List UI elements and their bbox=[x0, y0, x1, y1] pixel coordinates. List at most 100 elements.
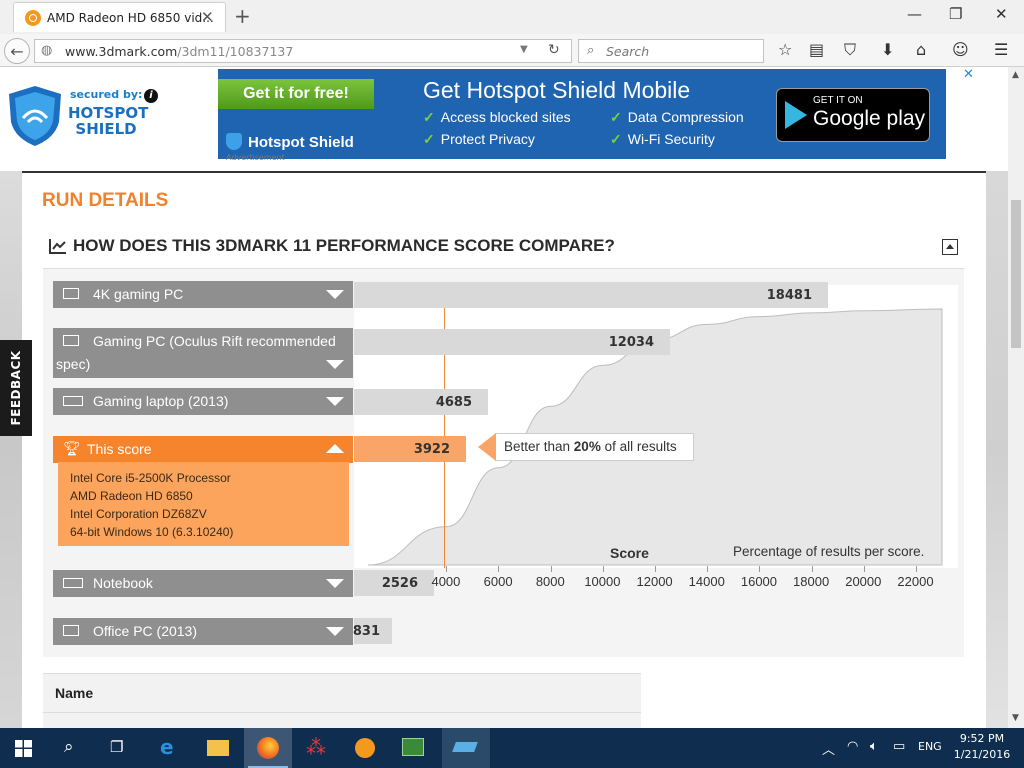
edge-icon[interactable]: e bbox=[160, 735, 174, 759]
x-tick-mark bbox=[863, 566, 865, 572]
window-close-icon[interactable]: ✕ bbox=[995, 5, 1008, 23]
menu-icon[interactable]: ☰ bbox=[994, 40, 1008, 59]
chevron-up-icon[interactable] bbox=[326, 444, 344, 453]
percentile-callout: Better than 20% of all results bbox=[478, 433, 694, 461]
action-center-icon[interactable]: ▭ bbox=[893, 739, 905, 754]
scroll-thumb[interactable] bbox=[1011, 200, 1021, 348]
close-tab-icon[interactable]: ✕ bbox=[201, 8, 214, 26]
app-icon[interactable]: ⁂ bbox=[306, 735, 326, 759]
info-icon[interactable]: i bbox=[144, 89, 158, 103]
chevron-down-icon[interactable] bbox=[326, 397, 344, 406]
search-icon: ⌕ bbox=[587, 43, 595, 58]
ad-close-icon[interactable]: ✕ bbox=[963, 68, 976, 81]
chevron-down-icon[interactable] bbox=[326, 290, 344, 299]
page-scrollbar[interactable]: ▲ ▼ bbox=[1008, 67, 1024, 728]
callout-percent: 20% bbox=[573, 439, 601, 454]
volume-icon[interactable]: 🔈︎ bbox=[870, 739, 878, 754]
background-left bbox=[0, 171, 22, 728]
row-gaming-laptop[interactable]: Gaming laptop (2013) bbox=[53, 388, 353, 415]
row-office-pc[interactable]: Office PC (2013) bbox=[53, 618, 353, 645]
run-details-heading: RUN DETAILS bbox=[42, 190, 169, 211]
x-tick-mark bbox=[498, 566, 500, 572]
clock-date: 1/21/2016 bbox=[953, 748, 1011, 761]
row-4k-gaming-pc[interactable]: 4K gaming PC bbox=[53, 281, 353, 308]
detail-motherboard: Intel Corporation DZ68ZV bbox=[70, 507, 207, 521]
detail-os: 64-bit Windows 10 (6.3.10240) bbox=[70, 525, 234, 539]
task-view-icon[interactable]: ❐ bbox=[110, 738, 123, 756]
file-explorer-icon[interactable] bbox=[207, 740, 229, 756]
feedback-tab[interactable]: FEEDBACK bbox=[0, 340, 32, 436]
bookmark-star-icon[interactable]: ☆ bbox=[778, 40, 792, 59]
smiley-icon[interactable]: ☺ bbox=[952, 40, 969, 59]
minimize-icon[interactable]: — bbox=[907, 5, 922, 23]
get-it-free-button[interactable]: Get it for free! bbox=[218, 79, 374, 109]
divider bbox=[43, 712, 641, 713]
section-title: HOW DOES THIS 3DMARK 11 PERFORMANCE SCOR… bbox=[73, 236, 615, 255]
x-tick-label: 4000 bbox=[431, 574, 461, 589]
row-this-score[interactable]: 🏆︎ This score bbox=[53, 436, 353, 463]
clock[interactable]: 9:52 PM 1/21/2016 bbox=[952, 731, 1012, 763]
detail-cpu: Intel Core i5-2500K Processor bbox=[70, 471, 231, 485]
secured-by-label: secured by: bbox=[70, 88, 143, 101]
row-label: Gaming PC (Oculus Rift recommended bbox=[93, 333, 336, 349]
collapse-section-button[interactable] bbox=[942, 239, 958, 255]
tab-title: AMD Radeon HD 6850 vid... bbox=[47, 11, 214, 25]
scroll-up-icon[interactable]: ▲ bbox=[1012, 70, 1019, 80]
clock-time: 9:52 PM bbox=[959, 732, 1005, 745]
cortana-search-icon[interactable]: ⌕ bbox=[64, 737, 74, 757]
name-column-header: Name bbox=[55, 685, 94, 701]
x-tick-mark bbox=[915, 566, 917, 572]
background-right bbox=[986, 171, 1008, 728]
wifi-icon[interactable]: ◠ bbox=[847, 739, 858, 754]
row-label: 4K gaming PC bbox=[93, 286, 184, 302]
ad-banner[interactable]: Get it for free! Hotspot Shield Get Hots… bbox=[218, 69, 946, 159]
brand-line-2: SHIELD bbox=[75, 120, 137, 138]
navigation-bar: ← ◍ www.3dmark.com/3dm11/10837137 ▼ ↻ ⌕ … bbox=[0, 34, 1024, 67]
bar-score: 3922 bbox=[413, 442, 450, 457]
desktop-icon bbox=[63, 288, 79, 299]
google-play-button[interactable]: GET IT ON Google play bbox=[776, 88, 930, 142]
score-bar: 12034 bbox=[354, 329, 670, 355]
row-label: Notebook bbox=[93, 575, 153, 591]
bar-score: 2526 bbox=[381, 576, 418, 591]
chevron-down-icon[interactable] bbox=[326, 627, 344, 636]
browser-tab[interactable]: AMD Radeon HD 6850 vid... ✕ bbox=[13, 2, 226, 32]
site-favicon-icon bbox=[25, 10, 41, 26]
back-arrow-icon[interactable]: ← bbox=[4, 38, 30, 64]
taskbar-network-app[interactable] bbox=[442, 728, 490, 768]
download-icon[interactable]: ⬇ bbox=[881, 40, 894, 59]
score-bar: 18481 bbox=[354, 282, 828, 308]
check-icon: ✓ bbox=[423, 131, 435, 147]
x-tick-label: 10000 bbox=[584, 574, 621, 589]
x-tick-label: 20000 bbox=[845, 574, 882, 589]
taskbar-firefox[interactable] bbox=[244, 728, 292, 768]
reading-list-icon[interactable]: ▤ bbox=[809, 40, 824, 59]
scroll-down-icon[interactable]: ▼ bbox=[1012, 713, 1019, 723]
x-tick-mark bbox=[550, 566, 552, 572]
search-input[interactable]: ⌕ Search bbox=[578, 39, 764, 63]
x-tick-mark bbox=[759, 566, 761, 572]
language-indicator[interactable]: ENG bbox=[918, 740, 942, 753]
chevron-down-icon[interactable] bbox=[326, 360, 344, 369]
desktop-icon bbox=[63, 335, 79, 346]
address-bar[interactable]: ◍ www.3dmark.com/3dm11/10837137 ▼ ↻ bbox=[34, 39, 572, 63]
brand-line-1: HOTSPOT bbox=[68, 104, 149, 122]
reload-icon[interactable]: ↻ bbox=[548, 42, 560, 58]
chevron-down-icon[interactable] bbox=[326, 579, 344, 588]
gpu-tool-icon[interactable] bbox=[402, 738, 424, 756]
x-tick-mark bbox=[707, 566, 709, 572]
row-notebook[interactable]: Notebook bbox=[53, 570, 353, 597]
x-tick-label: 12000 bbox=[636, 574, 673, 589]
hotspot-shield-app-icon[interactable] bbox=[355, 738, 375, 758]
windows-start-icon[interactable] bbox=[15, 740, 32, 757]
ad-strip: secured by: i HOTSPOT SHIELD Get it for … bbox=[0, 67, 1008, 171]
show-hidden-icons-icon[interactable]: ︿ bbox=[822, 739, 835, 758]
y-axis-label: Percentage of results per score. bbox=[733, 544, 925, 559]
pocket-icon[interactable]: ⛉ bbox=[844, 40, 856, 60]
url-history-dropdown-icon[interactable]: ▼ bbox=[520, 44, 528, 55]
row-gaming-pc-oculus[interactable]: Gaming PC (Oculus Rift recommended spec) bbox=[53, 328, 353, 378]
new-tab-icon[interactable]: + bbox=[234, 4, 251, 28]
restore-icon[interactable]: ❐ bbox=[949, 5, 962, 23]
home-icon[interactable]: ⌂ bbox=[916, 40, 926, 59]
x-axis-label: Score bbox=[610, 545, 649, 561]
